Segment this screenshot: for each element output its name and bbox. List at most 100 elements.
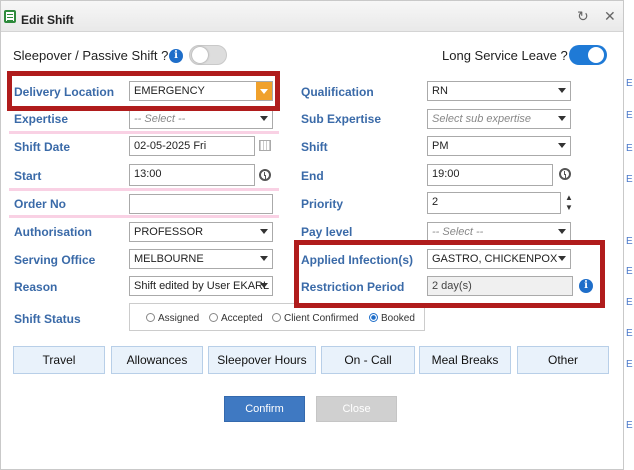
end-time-input[interactable]: 19:00 [427, 164, 553, 186]
background-edge-text: E [626, 359, 633, 370]
clock-icon[interactable] [559, 168, 571, 180]
spinner-down-icon[interactable]: ▼ [565, 204, 573, 212]
highlight-mark [9, 215, 279, 218]
info-icon[interactable]: i [579, 279, 593, 293]
chevron-down-icon [260, 256, 268, 261]
radio-label: Accepted [221, 313, 263, 324]
radio-label: Assigned [158, 313, 200, 324]
info-icon[interactable]: i [169, 49, 183, 63]
priority-value: 2 [432, 196, 439, 208]
radio-label: Client Confirmed [284, 313, 359, 324]
background-edge-text: E [626, 236, 633, 247]
chevron-down-icon [558, 116, 566, 121]
shift-status-label: Shift Status [14, 312, 81, 326]
long-service-toggle[interactable] [569, 45, 607, 65]
chevron-down-icon [558, 88, 566, 93]
shift-date-input[interactable]: 02-05-2025 Fri [129, 136, 255, 156]
serving-office-value: MELBOURNE [134, 253, 204, 265]
allowances-button[interactable]: Allowances [111, 346, 203, 374]
dialog-titlebar: Edit Shift ↻ ✕ [1, 1, 623, 32]
chevron-down-icon [260, 116, 268, 121]
radio-label: Booked [381, 313, 415, 324]
long-service-label: Long Service Leave ? [442, 48, 568, 63]
shift-value: PM [432, 140, 449, 152]
sleepover-label: Sleepover / Passive Shift ? [13, 48, 169, 63]
shift-select[interactable]: PM [427, 136, 571, 156]
chevron-down-icon [558, 229, 566, 234]
highlight-mark [9, 188, 279, 191]
restore-icon[interactable]: ↻ [577, 9, 589, 23]
sub-expertise-label: Sub Expertise [301, 112, 382, 126]
expertise-select[interactable]: -- Select -- [129, 109, 273, 129]
background-edge-text: E [626, 78, 633, 89]
qualification-value: RN [432, 85, 448, 97]
chevron-down-icon [558, 256, 566, 261]
meal-breaks-button[interactable]: Meal Breaks [419, 346, 511, 374]
delivery-location-label: Delivery Location [14, 85, 115, 99]
background-edge-text: E [626, 143, 633, 154]
shift-label: Shift [301, 140, 328, 154]
chevron-down-icon [558, 143, 566, 148]
sleepover-toggle[interactable] [189, 45, 227, 65]
on-call-button[interactable]: On - Call [321, 346, 415, 374]
chevron-down-icon [260, 89, 268, 94]
background-edge-text: E [626, 420, 633, 431]
radio-dot [146, 313, 155, 322]
priority-label: Priority [301, 197, 344, 211]
shift-date-value: 02-05-2025 Fri [134, 140, 207, 152]
radio-dot [209, 313, 218, 322]
close-button[interactable]: Close [316, 396, 397, 422]
delivery-location-select[interactable]: EMERGENCY [129, 81, 273, 101]
qualification-label: Qualification [301, 85, 374, 99]
background-edge-text: E [626, 297, 633, 308]
background-edge-text: E [626, 266, 633, 277]
toggle-knob [588, 47, 604, 63]
toggle-knob [192, 47, 208, 63]
expertise-label: Expertise [14, 112, 69, 126]
sub-expertise-select[interactable]: Select sub expertise [427, 109, 571, 129]
clock-icon[interactable] [259, 169, 271, 181]
edit-shift-icon [4, 10, 16, 23]
confirm-button[interactable]: Confirm [224, 396, 305, 422]
reason-label: Reason [14, 280, 58, 294]
dropdown-button[interactable] [256, 82, 272, 100]
highlight-mark [9, 131, 279, 134]
calendar-icon[interactable] [259, 140, 271, 151]
applied-infections-value: GASTRO, CHICKENPOX [432, 253, 558, 265]
pay-level-placeholder: -- Select -- [432, 226, 484, 238]
authorisation-select[interactable]: PROFESSOR [129, 222, 273, 242]
other-button[interactable]: Other [517, 346, 609, 374]
radio-client-confirmed[interactable]: Client Confirmed [272, 313, 358, 324]
pay-level-select[interactable]: -- Select -- [427, 222, 571, 242]
radio-accepted[interactable]: Accepted [209, 313, 263, 324]
authorisation-value: PROFESSOR [134, 226, 204, 238]
shift-status-radio-group: Assigned Accepted Client Confirmed Booke… [129, 303, 425, 331]
order-no-input[interactable] [129, 194, 273, 214]
serving-office-select[interactable]: MELBOURNE [129, 249, 273, 269]
radio-assigned[interactable]: Assigned [146, 313, 199, 324]
radio-booked[interactable]: Booked [369, 313, 415, 324]
start-time-input[interactable]: 13:00 [129, 164, 255, 186]
end-label: End [301, 169, 324, 183]
serving-office-label: Serving Office [14, 253, 96, 267]
background-edge-text: E [626, 174, 633, 185]
priority-input[interactable]: 2 [427, 192, 561, 214]
restriction-period-label: Restriction Period [301, 280, 405, 294]
sleepover-hours-button[interactable]: Sleepover Hours [208, 346, 316, 374]
chevron-down-icon [260, 283, 268, 288]
expertise-placeholder: -- Select -- [134, 113, 186, 125]
travel-button[interactable]: Travel [13, 346, 105, 374]
sub-expertise-placeholder: Select sub expertise [432, 113, 532, 125]
spinner-up-icon[interactable]: ▲ [565, 194, 573, 202]
reason-select[interactable]: Shift edited by User EKARL [129, 276, 273, 296]
background-edge-text: E [626, 328, 633, 339]
qualification-select[interactable]: RN [427, 81, 571, 101]
delivery-location-value: EMERGENCY [134, 85, 205, 97]
pay-level-label: Pay level [301, 225, 353, 239]
close-icon[interactable]: ✕ [604, 9, 616, 23]
applied-infections-select[interactable]: GASTRO, CHICKENPOX [427, 249, 571, 269]
reason-value: Shift edited by User EKARL [134, 280, 270, 292]
radio-dot-selected [369, 313, 378, 322]
shift-date-label: Shift Date [14, 140, 71, 154]
order-no-label: Order No [14, 197, 67, 211]
